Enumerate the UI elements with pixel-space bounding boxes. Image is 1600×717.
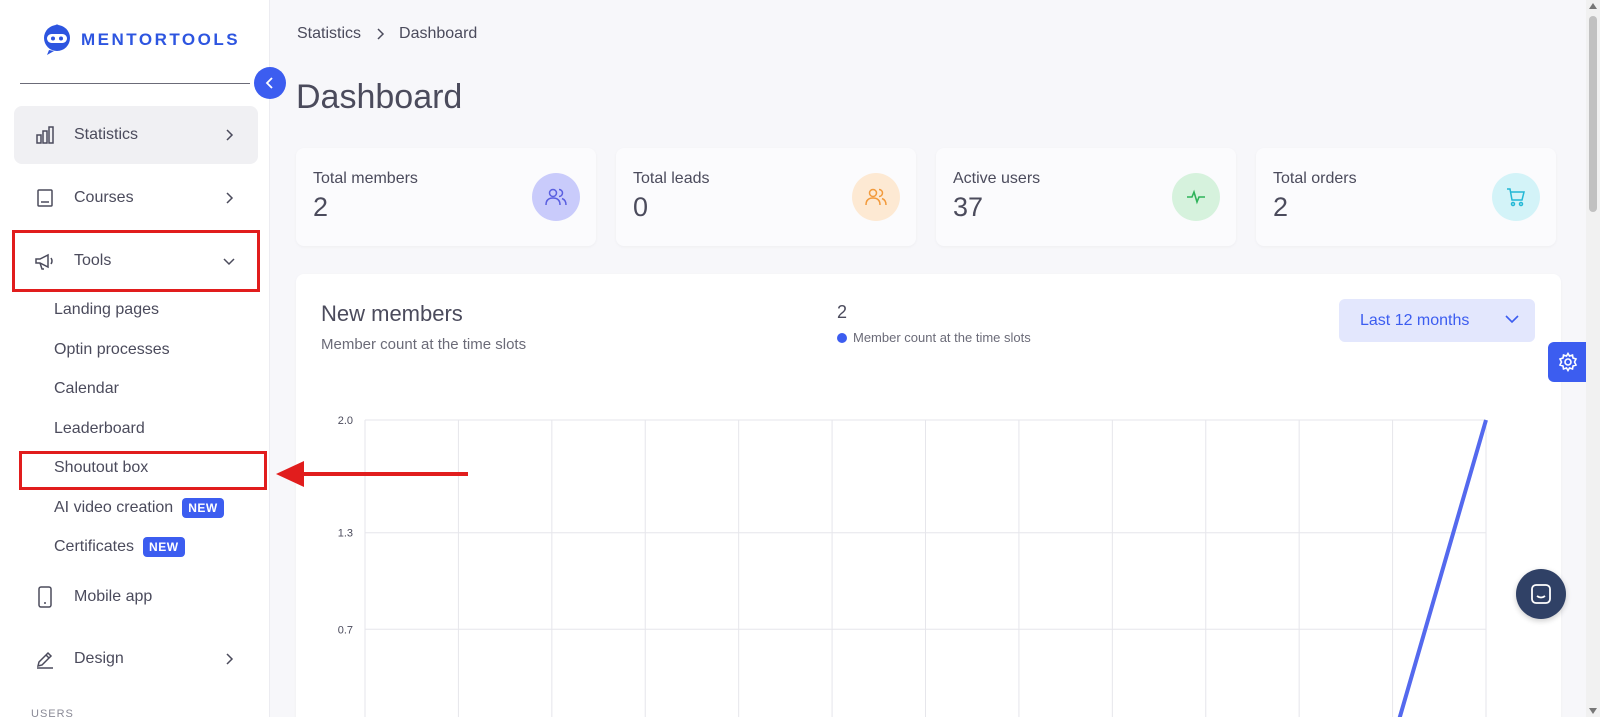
- chevron-down-icon: [222, 254, 236, 268]
- activity-icon: [1172, 173, 1220, 221]
- sidebar-item-courses[interactable]: Courses: [14, 169, 258, 227]
- users-icon: [532, 173, 580, 221]
- logo-icon: [44, 24, 70, 55]
- y-tick-label: 0.7: [338, 624, 353, 636]
- chat-button[interactable]: [1516, 569, 1566, 619]
- y-tick-label: 2.0: [338, 415, 353, 427]
- sidebar-item-label: Statistics: [74, 126, 139, 143]
- sidebar-subitem-landing-pages[interactable]: Landing pages: [54, 298, 159, 322]
- stat-label: Total orders: [1273, 170, 1357, 187]
- book-icon: [34, 187, 56, 209]
- chevron-right-icon: [222, 191, 236, 205]
- section-label-users: USERS: [31, 708, 74, 717]
- subitem-label: Certificates: [54, 538, 135, 555]
- y-tick-label: 1.3: [338, 528, 353, 540]
- sidebar-item-label: Tools: [74, 252, 112, 269]
- stat-label: Total members: [313, 170, 418, 187]
- annotation-highlight-box: [19, 451, 267, 490]
- users-icon: [852, 173, 900, 221]
- page-title: Dashboard: [296, 78, 463, 116]
- logo-divider: [20, 83, 250, 84]
- scroll-up-arrow[interactable]: [1589, 3, 1597, 9]
- sidebar-subitem-optin-processes[interactable]: Optin processes: [54, 338, 170, 362]
- breadcrumb-parent[interactable]: Statistics: [297, 25, 361, 43]
- scroll-down-arrow[interactable]: [1589, 708, 1597, 714]
- stat-label: Active users: [953, 170, 1041, 187]
- stat-card-total-members: Total members 2: [296, 148, 596, 246]
- breadcrumb-current: Dashboard: [399, 25, 478, 42]
- sidebar-item-label: Design: [74, 650, 124, 667]
- page-scrollbar[interactable]: [1586, 0, 1600, 717]
- sidebar: MENTORTOOLS Statistics Courses Tools Lan…: [0, 0, 270, 717]
- sidebar-item-statistics[interactable]: Statistics: [14, 106, 258, 164]
- sidebar-subitem-leaderboard[interactable]: Leaderboard: [54, 417, 145, 441]
- stat-card-total-leads: Total leads 0: [616, 148, 916, 246]
- subitem-label: Landing pages: [54, 301, 159, 318]
- cart-icon: [1492, 173, 1540, 221]
- sidebar-item-label: Mobile app: [74, 588, 153, 605]
- stat-value: 2: [1273, 192, 1289, 222]
- chevron-right-icon: [222, 652, 236, 666]
- brand-name: MENTORTOOLS: [81, 30, 241, 49]
- sidebar-item-design[interactable]: Design: [14, 630, 258, 688]
- settings-button[interactable]: [1548, 342, 1588, 382]
- collapse-sidebar-button[interactable]: [254, 67, 286, 99]
- new-members-chart-card: New members Member count at the time slo…: [296, 274, 1561, 717]
- subitem-label: AI video creation: [54, 499, 174, 516]
- logo[interactable]: MENTORTOOLS: [41, 24, 240, 56]
- breadcrumb: Statistics Dashboard: [297, 25, 477, 43]
- bar-chart-icon: [34, 124, 56, 146]
- chat-icon: [1531, 584, 1551, 604]
- gear-icon: [1558, 352, 1578, 372]
- megaphone-icon: [34, 250, 56, 272]
- sidebar-subitem-certificates[interactable]: Certificates NEW: [54, 535, 185, 559]
- pencil-icon: [34, 648, 56, 670]
- chevron-right-icon: [222, 128, 236, 142]
- line-chart: 2.0 1.3 0.7: [338, 415, 1488, 717]
- chevron-left-icon: [265, 77, 273, 89]
- new-badge: NEW: [143, 537, 185, 557]
- subitem-label: Calendar: [54, 380, 119, 397]
- stat-value: 0: [633, 192, 649, 222]
- stat-value: 2: [313, 192, 329, 222]
- stat-card-active-users: Active users 37: [936, 148, 1236, 246]
- subitem-label: Leaderboard: [54, 420, 145, 437]
- stat-value: 37: [953, 192, 984, 222]
- sidebar-item-label: Courses: [74, 189, 134, 206]
- chevron-right-icon: [377, 28, 385, 40]
- mobile-icon: [34, 586, 56, 608]
- subitem-label: Optin processes: [54, 341, 170, 358]
- sidebar-item-mobile-app[interactable]: Mobile app: [14, 568, 258, 626]
- sidebar-subitem-ai-video-creation[interactable]: AI video creation NEW: [54, 496, 224, 520]
- stat-card-total-orders: Total orders 2: [1256, 148, 1556, 246]
- sidebar-subitem-calendar[interactable]: Calendar: [54, 377, 119, 401]
- stat-label: Total leads: [633, 170, 710, 187]
- new-badge: NEW: [182, 498, 224, 518]
- sidebar-item-tools[interactable]: Tools: [12, 230, 260, 292]
- scroll-thumb[interactable]: [1589, 16, 1597, 212]
